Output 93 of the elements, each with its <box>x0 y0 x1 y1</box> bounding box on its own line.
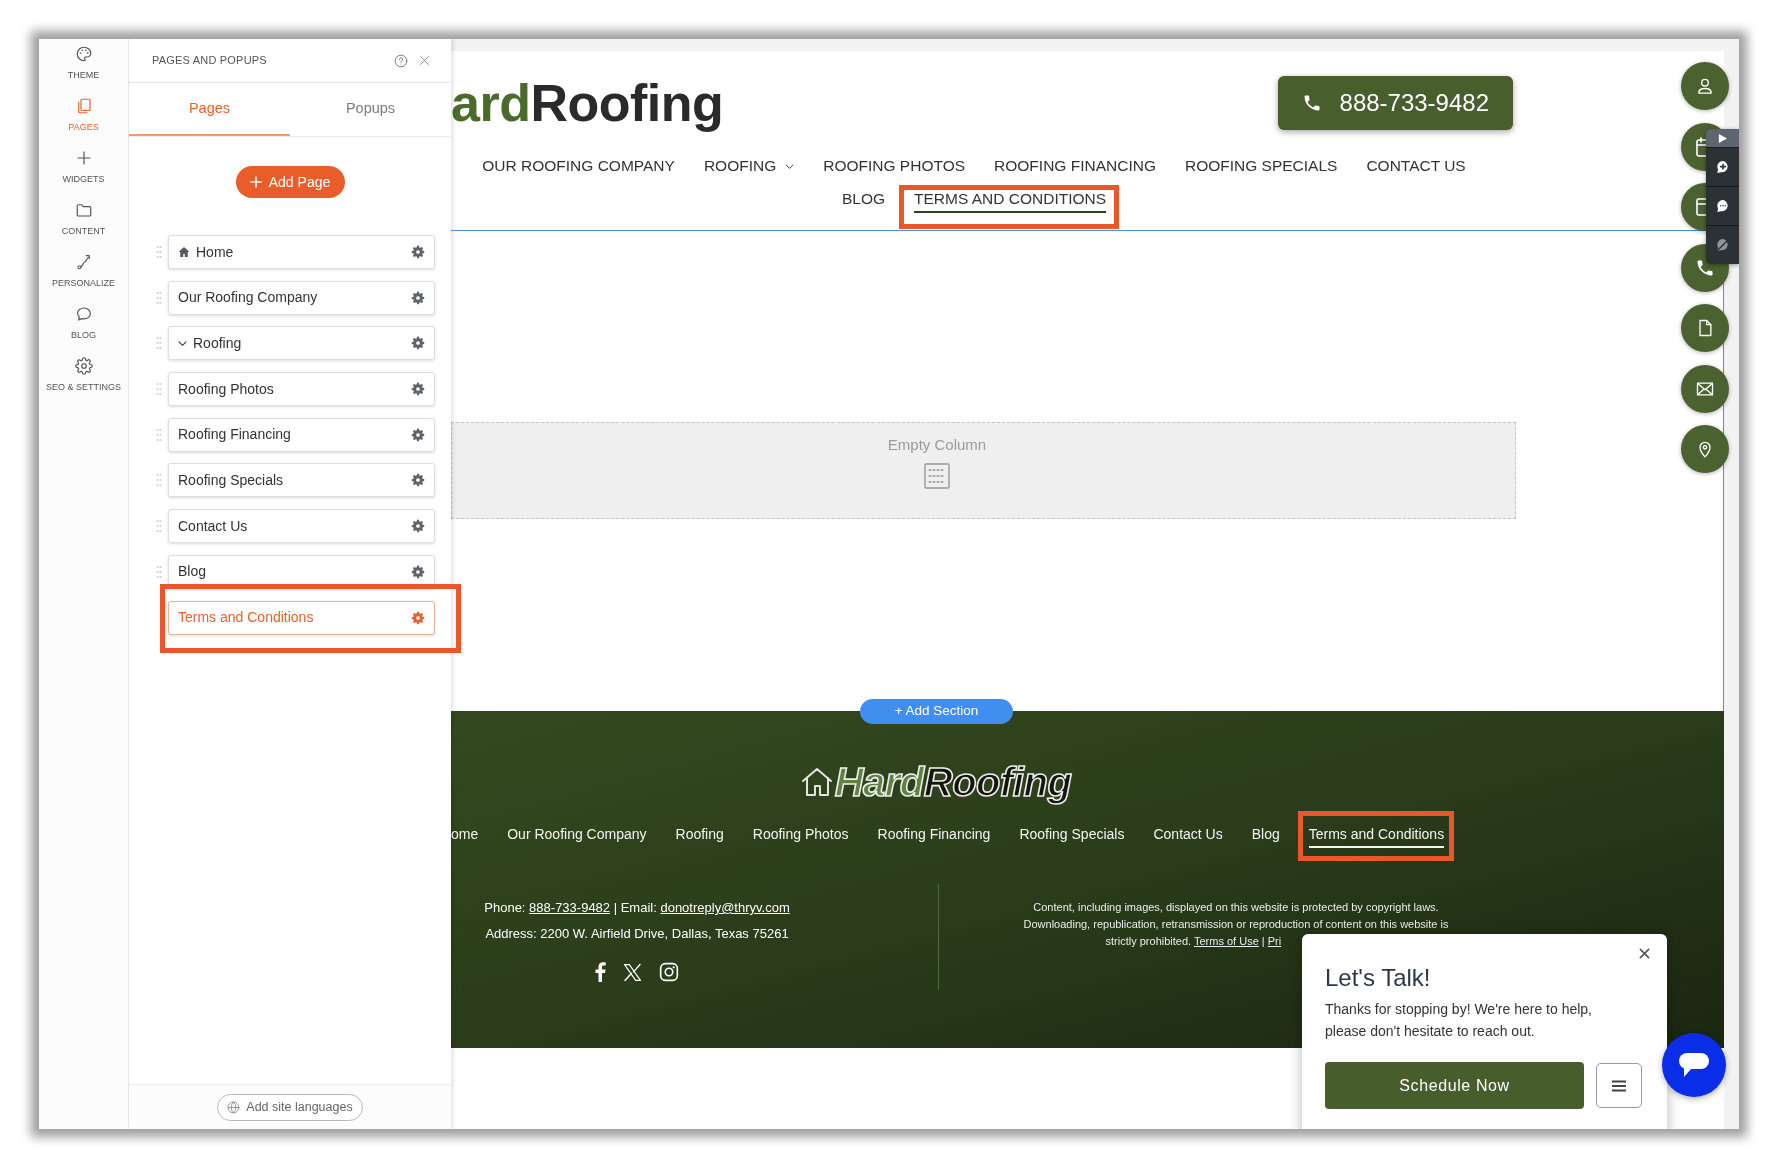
nav-link[interactable]: TERMS AND CONDITIONS <box>914 189 1107 213</box>
page-item[interactable]: Roofing Photos <box>168 372 435 407</box>
page-item[interactable]: Our Roofing Company <box>168 280 435 315</box>
drag-handle-icon[interactable] <box>156 473 162 488</box>
gear-icon[interactable] <box>411 610 425 625</box>
page-item[interactable]: Roofing Specials <box>168 463 435 498</box>
footer-link[interactable]: Blog <box>1251 824 1280 848</box>
drag-handle-icon[interactable] <box>156 519 162 534</box>
contact-info-text: Phone: 888-733-9482 | Email: donotreply@thryv.com <box>484 899 790 917</box>
close-icon[interactable] <box>1639 948 1650 959</box>
gear-icon[interactable] <box>411 336 425 351</box>
drag-handle-icon[interactable] <box>156 564 162 579</box>
text-link[interactable]: Terms of Use <box>1193 935 1259 947</box>
help-icon[interactable] <box>394 53 408 68</box>
tab[interactable]: Popups <box>290 83 451 136</box>
expand-button[interactable] <box>1706 129 1739 147</box>
drag-handle-icon[interactable] <box>156 382 162 397</box>
panel-title: PAGES AND POPUPS <box>152 53 268 69</box>
sidebar-tab[interactable]: SEO & SETTINGS <box>39 353 128 405</box>
drag-handle-icon[interactable] <box>156 336 162 351</box>
page-item[interactable]: Terms and Conditions <box>168 600 435 635</box>
page-item[interactable]: Roofing <box>168 326 435 361</box>
footer-link[interactable]: Roofing Financing <box>877 824 991 848</box>
gear-icon[interactable] <box>411 427 425 442</box>
gear-icon[interactable] <box>411 564 425 579</box>
gear-icon[interactable] <box>411 473 425 488</box>
plus-icon <box>249 176 262 188</box>
calendar-icon <box>1696 136 1706 157</box>
facebook-icon[interactable] <box>595 962 606 982</box>
page-item[interactable]: Home <box>168 235 435 269</box>
drag-handle-icon[interactable] <box>156 290 162 305</box>
text-link[interactable]: Pri <box>1267 935 1282 947</box>
plus-bubble-icon[interactable] <box>1714 159 1731 175</box>
address-text: Address: 2200 W. Airfield Drive, Dallas, Texas 75261 <box>485 925 789 943</box>
palette-icon <box>74 45 93 63</box>
sidebar-tab[interactable]: BLOG <box>39 301 128 353</box>
dots-bubble-icon[interactable] <box>1714 198 1731 214</box>
text-link[interactable]: donotreply@thryv.com <box>660 900 790 915</box>
copyright-text: Content, including images, displayed on this website is protected by copyright laws. Downloading, republication, retransmission or reproduction of content on this website is strictly prohibited. Terms of Use | Pri <box>1023 900 1449 949</box>
house-outline-icon <box>800 766 833 798</box>
add-languages-button[interactable]: Add site languages <box>217 1093 363 1121</box>
empty-column-icon <box>924 463 950 489</box>
footer-link[interactable]: Our Roofing Company <box>507 824 647 848</box>
drag-handle-icon[interactable] <box>156 427 162 442</box>
gear-icon[interactable] <box>411 290 425 305</box>
nav-link[interactable]: ROOFING <box>703 156 795 180</box>
popup-message: Thanks for stopping by! We're here to help, please don't hesitate to reach out. <box>1325 1000 1593 1041</box>
nav-link[interactable]: BLOG <box>841 189 885 213</box>
drag-handle-icon[interactable] <box>156 245 162 259</box>
sidebar-tab[interactable]: WIDGETS <box>39 145 128 197</box>
triangle-right-icon <box>1718 133 1727 143</box>
nav-link[interactable]: ROOFING FINANCING <box>994 156 1156 180</box>
page-item[interactable]: Contact Us <box>168 509 435 544</box>
nav-link[interactable]: OUR ROOFING COMPANY <box>482 156 675 180</box>
x-logo-icon[interactable] <box>623 962 642 982</box>
folder-icon <box>74 201 93 219</box>
crossed-out-bubble-icon[interactable] <box>1714 237 1731 253</box>
logo-text: HardRoofing <box>834 762 1072 802</box>
home-icon <box>178 246 190 258</box>
sidebar-tab[interactable]: THEME <box>39 41 128 93</box>
gear-icon[interactable] <box>411 245 425 259</box>
chat-bubble-icon <box>1679 1053 1709 1077</box>
footer-link[interactable]: Terms and Conditions <box>1308 824 1445 848</box>
empty-column-label: Empty Column <box>887 435 987 455</box>
footer-link[interactable]: Roofing Photos <box>752 824 849 848</box>
gear-icon <box>74 357 93 375</box>
schedule-now-button[interactable]: Schedule Now <box>1325 1062 1584 1109</box>
footer-link[interactable]: Roofing <box>675 824 724 848</box>
chevron-down-icon[interactable] <box>178 338 187 348</box>
sidebar-tab[interactable]: PERSONALIZE <box>39 249 128 301</box>
person-icon <box>1695 76 1715 96</box>
footer-link[interactable]: ome <box>451 824 479 848</box>
tab[interactable]: Pages <box>129 83 290 136</box>
nav-link[interactable]: ROOFING SPECIALS <box>1184 156 1338 180</box>
speech-bubble-icon <box>74 305 93 323</box>
gear-icon[interactable] <box>411 382 425 397</box>
sidebar-tab[interactable]: CONTENT <box>39 197 128 249</box>
menu-button[interactable] <box>1596 1063 1642 1108</box>
browser-window-icon <box>1696 198 1706 216</box>
instagram-icon[interactable] <box>659 962 679 982</box>
nav-link[interactable]: CONTACT US <box>1366 156 1466 180</box>
popup-title: Let's Talk! <box>1325 963 1432 993</box>
footer-link[interactable]: Contact Us <box>1153 824 1223 848</box>
phone-button[interactable]: 888-733-9482 <box>1277 76 1513 130</box>
menu-icon <box>1612 1079 1626 1092</box>
nav-link[interactable]: ROOFING PHOTOS <box>823 156 966 180</box>
globe-icon <box>227 1100 241 1114</box>
gear-icon[interactable] <box>411 519 425 534</box>
route-icon <box>74 253 93 271</box>
logo-text: ardRoofing <box>451 76 724 130</box>
text-link[interactable]: 888-733-9482 <box>529 900 611 915</box>
footer-link[interactable]: Roofing Specials <box>1019 824 1125 848</box>
page-item[interactable]: Roofing Financing <box>168 417 435 452</box>
